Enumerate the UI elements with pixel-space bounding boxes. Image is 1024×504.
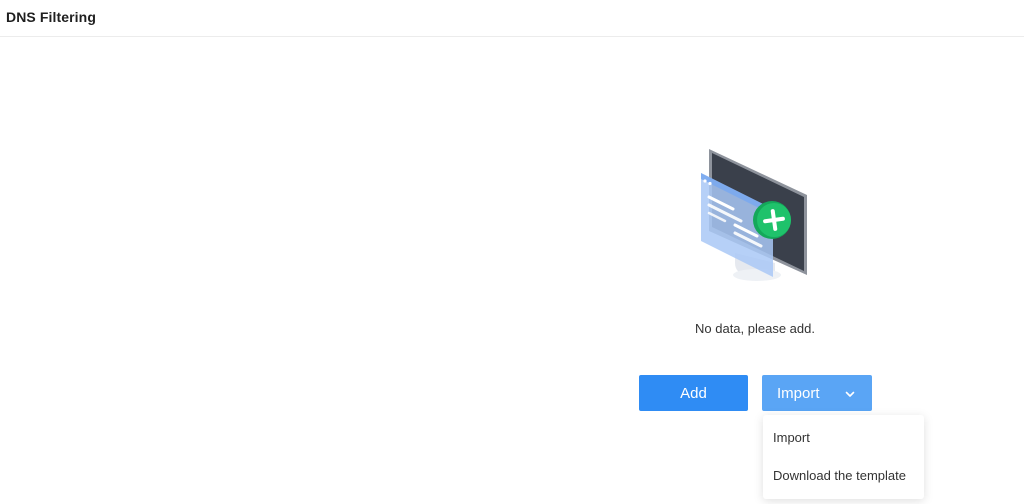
import-button-label: Import [777, 384, 820, 402]
menu-item-download-template[interactable]: Download the template [763, 457, 924, 495]
import-button[interactable]: Import [762, 375, 872, 411]
add-button[interactable]: Add [639, 375, 748, 411]
menu-item-import[interactable]: Import [763, 419, 924, 457]
dns-filtering-page: DNS Filtering No data, please add. Add I… [0, 0, 1024, 504]
import-dropdown-menu: Import Download the template [763, 415, 924, 499]
page-title: DNS Filtering [6, 9, 96, 25]
empty-state-message: No data, please add. [695, 321, 815, 336]
chevron-down-icon [844, 387, 856, 399]
monitor-add-icon [695, 145, 815, 285]
page-header: DNS Filtering [0, 0, 1024, 37]
